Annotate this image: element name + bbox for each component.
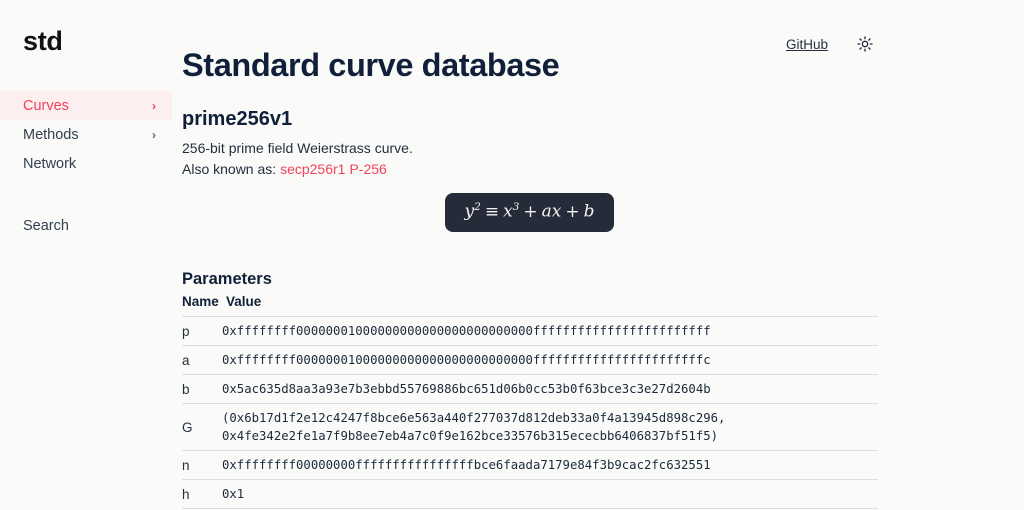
brand-logo[interactable]: std bbox=[23, 28, 63, 55]
equation-container: y2 ≡ x3 + ax + b bbox=[182, 193, 877, 232]
param-name-g: G bbox=[182, 403, 222, 451]
param-name-n: n bbox=[182, 450, 222, 480]
parameters-table-head: Name Value bbox=[182, 294, 878, 317]
sidebar-item-methods[interactable]: Methods › bbox=[0, 120, 172, 149]
param-value-g: (0x6b17d1f2e12c4247f8bce6e563a440f277037… bbox=[222, 403, 878, 451]
sidebar: std Curves › Methods › Network Search bbox=[0, 0, 172, 510]
aka-label: Also known as: bbox=[182, 160, 277, 177]
table-row: G (0x6b17d1f2e12c4247f8bce6e563a440f2770… bbox=[182, 403, 878, 451]
equation-term-ax: ax bbox=[541, 201, 562, 222]
table-row: h 0x1 bbox=[182, 479, 878, 509]
param-name-h: h bbox=[182, 479, 222, 509]
sidebar-item-network[interactable]: Network bbox=[0, 149, 172, 178]
table-row: b 0x5ac635d8aa3a93e7b3ebbd55769886bc651d… bbox=[182, 374, 878, 404]
page-title: Standard curve database bbox=[182, 46, 560, 83]
param-name-a: a bbox=[182, 345, 222, 375]
sidebar-item-curves-label: Curves bbox=[23, 97, 69, 114]
alias-link-p256[interactable]: P-256 bbox=[349, 161, 386, 177]
equation-y-exponent: 2 bbox=[474, 201, 481, 213]
main-content: Standard curve database prime256v1 256-b… bbox=[182, 0, 1024, 510]
alias-link-secp256r1[interactable]: secp256r1 bbox=[280, 161, 345, 177]
curve-description: 256-bit prime field Weierstrass curve. A… bbox=[182, 138, 413, 179]
sidebar-item-curves[interactable]: Curves › bbox=[0, 91, 172, 120]
chevron-right-icon: › bbox=[152, 127, 156, 142]
equation-plus-2: + bbox=[565, 201, 580, 222]
param-value-h: 0x1 bbox=[222, 479, 878, 509]
column-header-value: Value bbox=[222, 294, 878, 317]
column-header-name: Name bbox=[182, 294, 222, 317]
parameters-table-body: p 0xffffffff0000000100000000000000000000… bbox=[182, 316, 878, 509]
equation-term-b: b bbox=[583, 201, 595, 222]
parameters-table: Name Value p 0xffffffff00000001000000000… bbox=[182, 294, 878, 509]
table-row: a 0xffffffff0000000100000000000000000000… bbox=[182, 345, 878, 375]
sidebar-item-search-label: Search bbox=[23, 217, 69, 234]
equation-y: y bbox=[464, 201, 475, 222]
sidebar-item-search[interactable]: Search bbox=[0, 211, 172, 240]
param-name-b: b bbox=[182, 374, 222, 404]
equation-plus-1: + bbox=[523, 201, 538, 222]
sidebar-item-methods-label: Methods bbox=[23, 126, 79, 143]
sidebar-item-network-label: Network bbox=[23, 155, 77, 172]
table-row: p 0xffffffff0000000100000000000000000000… bbox=[182, 316, 878, 346]
page-root: std Curves › Methods › Network Search Gi… bbox=[0, 0, 1024, 510]
curve-equation: y2 ≡ x3 + ax + b bbox=[444, 193, 615, 232]
equation-x: x bbox=[503, 201, 513, 222]
param-value-p: 0xffffffff000000010000000000000000000000… bbox=[222, 316, 878, 346]
equation-congruent: ≡ bbox=[484, 201, 500, 222]
table-header-row: Name Value bbox=[182, 294, 878, 317]
param-value-b: 0x5ac635d8aa3a93e7b3ebbd55769886bc651d06… bbox=[222, 374, 878, 404]
parameters-heading: Parameters bbox=[182, 269, 272, 288]
param-value-a: 0xffffffff000000010000000000000000000000… bbox=[222, 345, 878, 375]
chevron-right-icon: › bbox=[152, 98, 156, 113]
param-name-p: p bbox=[182, 316, 222, 346]
curve-aliases-line: Also known as: secp256r1 P-256 bbox=[182, 159, 413, 180]
curve-name-heading: prime256v1 bbox=[182, 107, 293, 130]
curve-description-text: 256-bit prime field Weierstrass curve. bbox=[182, 140, 413, 156]
table-row: n 0xffffffff00000000ffffffffffffffffbce6… bbox=[182, 450, 878, 480]
sidebar-nav: Curves › Methods › Network Search bbox=[0, 91, 172, 240]
param-value-n: 0xffffffff00000000ffffffffffffffffbce6fa… bbox=[222, 450, 878, 480]
